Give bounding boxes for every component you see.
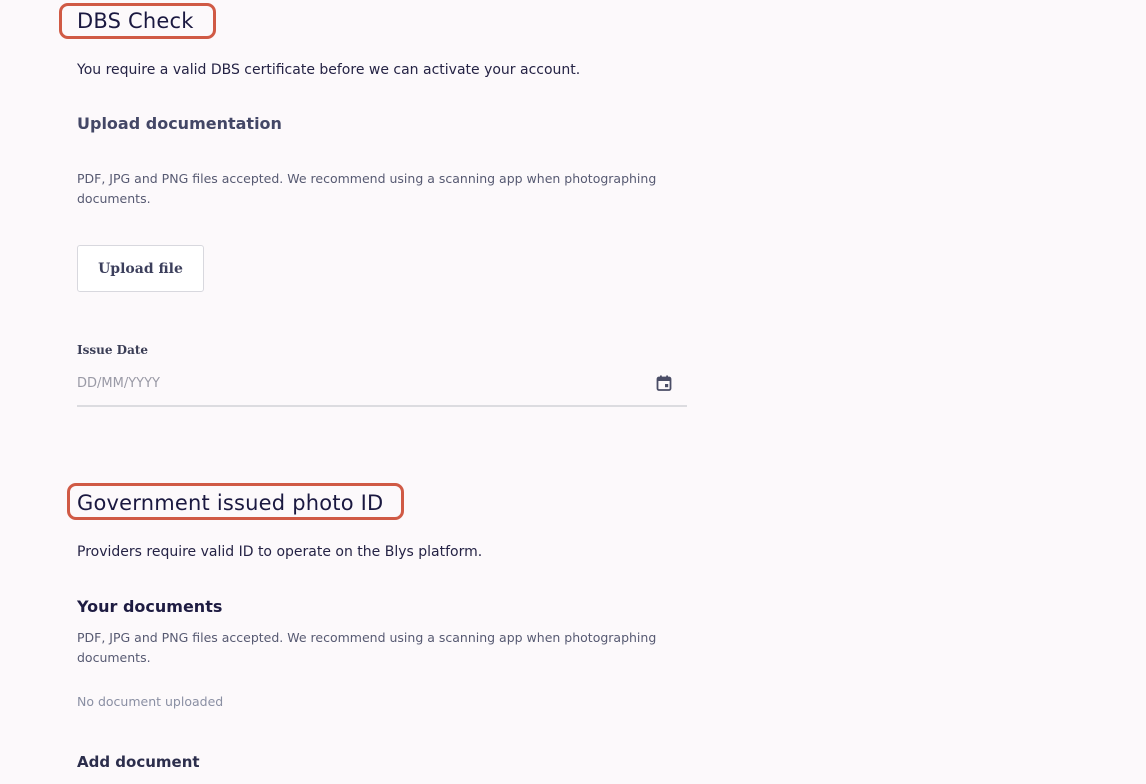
add-document-button[interactable]: Add document: [77, 753, 200, 771]
dbs-intro-text: You require a valid DBS certificate befo…: [77, 62, 581, 78]
upload-file-button[interactable]: Upload file: [77, 245, 204, 292]
photo-id-file-note: PDF, JPG and PNG files accepted. We reco…: [77, 630, 657, 665]
upload-documentation-heading: Upload documentation: [77, 114, 282, 133]
photo-id-intro-text: Providers require valid ID to operate on…: [77, 544, 483, 560]
issue-date-input[interactable]: [77, 373, 637, 393]
no-document-message: No document uploaded: [77, 694, 224, 709]
issue-date-underline: [77, 405, 687, 407]
calendar-icon[interactable]: [655, 374, 673, 392]
your-documents-heading: Your documents: [77, 597, 223, 616]
issue-date-label: Issue Date: [77, 343, 149, 357]
dbs-section-title: DBS Check: [77, 9, 194, 33]
dbs-file-note: PDF, JPG and PNG files accepted. We reco…: [77, 171, 657, 206]
photo-id-section-title: Government issued photo ID: [77, 491, 384, 515]
